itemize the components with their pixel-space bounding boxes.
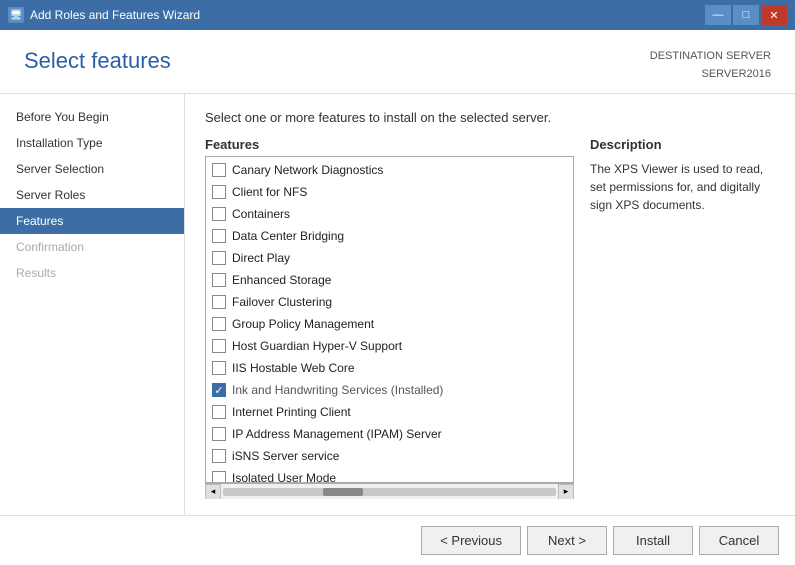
description-panel: Description The XPS Viewer is used to re… bbox=[590, 137, 775, 499]
feature-name-direct-play: Direct Play bbox=[232, 251, 290, 265]
close-button[interactable]: ✕ bbox=[761, 5, 787, 25]
feature-checkbox-direct-play[interactable] bbox=[212, 251, 226, 265]
destination-label: DESTINATION SERVER bbox=[650, 48, 771, 66]
title-bar-controls: — □ ✕ bbox=[705, 5, 787, 25]
feature-checkbox-group-policy[interactable] bbox=[212, 317, 226, 331]
feature-name-isolated-user: Isolated User Mode bbox=[232, 471, 336, 482]
sidebar-item-installation-type[interactable]: Installation Type bbox=[0, 130, 184, 156]
feature-checkbox-canary-network[interactable] bbox=[212, 163, 226, 177]
feature-item-group-policy[interactable]: Group Policy Management bbox=[206, 313, 573, 335]
description-text: The XPS Viewer is used to read, set perm… bbox=[590, 160, 775, 214]
feature-item-client-nfs[interactable]: Client for NFS bbox=[206, 181, 573, 203]
feature-name-isns: iSNS Server service bbox=[232, 449, 339, 463]
feature-name-ip-address: IP Address Management (IPAM) Server bbox=[232, 427, 442, 441]
feature-checkbox-enhanced-storage[interactable] bbox=[212, 273, 226, 287]
feature-name-data-center: Data Center Bridging bbox=[232, 229, 344, 243]
maximize-button[interactable]: □ bbox=[733, 5, 759, 25]
features-container: Features Canary Network Diagnostics Clien… bbox=[205, 137, 574, 499]
footer: < Previous Next > Install Cancel bbox=[0, 515, 795, 565]
main-panel: Select one or more features to install o… bbox=[185, 94, 795, 515]
features-label: Features bbox=[205, 137, 574, 152]
feature-item-internet-printing[interactable]: Internet Printing Client bbox=[206, 401, 573, 423]
feature-name-canary-network: Canary Network Diagnostics bbox=[232, 163, 383, 177]
app-icon: 🖥 bbox=[8, 7, 24, 23]
feature-name-iis-hostable: IIS Hostable Web Core bbox=[232, 361, 355, 375]
main-description: Select one or more features to install o… bbox=[205, 110, 775, 125]
title-bar-left: 🖥 Add Roles and Features Wizard bbox=[8, 7, 200, 23]
scroll-left-arrow[interactable]: ◂ bbox=[205, 484, 221, 500]
scroll-right-arrow[interactable]: ▸ bbox=[558, 484, 574, 500]
feature-item-host-guardian[interactable]: Host Guardian Hyper-V Support bbox=[206, 335, 573, 357]
destination-server: DESTINATION SERVER SERVER2016 bbox=[650, 48, 771, 83]
feature-name-client-nfs: Client for NFS bbox=[232, 185, 307, 199]
horizontal-scrollbar[interactable]: ◂ ▸ bbox=[205, 483, 574, 499]
sidebar-item-server-selection[interactable]: Server Selection bbox=[0, 156, 184, 182]
main-window: Select features DESTINATION SERVER SERVE… bbox=[0, 30, 795, 565]
feature-name-failover-clustering: Failover Clustering bbox=[232, 295, 332, 309]
feature-item-direct-play[interactable]: Direct Play bbox=[206, 247, 573, 269]
server-name: SERVER2016 bbox=[650, 66, 771, 84]
feature-item-iis-hostable[interactable]: IIS Hostable Web Core bbox=[206, 357, 573, 379]
feature-checkbox-failover-clustering[interactable] bbox=[212, 295, 226, 309]
sidebar-item-before-you-begin[interactable]: Before You Begin bbox=[0, 104, 184, 130]
feature-checkbox-internet-printing[interactable] bbox=[212, 405, 226, 419]
feature-item-data-center[interactable]: Data Center Bridging bbox=[206, 225, 573, 247]
feature-checkbox-client-nfs[interactable] bbox=[212, 185, 226, 199]
feature-name-group-policy: Group Policy Management bbox=[232, 317, 374, 331]
sidebar-item-features[interactable]: Features bbox=[0, 208, 184, 234]
feature-checkbox-isns[interactable] bbox=[212, 449, 226, 463]
previous-button[interactable]: < Previous bbox=[421, 526, 521, 555]
feature-item-enhanced-storage[interactable]: Enhanced Storage bbox=[206, 269, 573, 291]
next-button[interactable]: Next > bbox=[527, 526, 607, 555]
feature-checkbox-isolated-user[interactable] bbox=[212, 471, 226, 482]
title-bar: 🖥 Add Roles and Features Wizard — □ ✕ bbox=[0, 0, 795, 30]
feature-item-canary-network[interactable]: Canary Network Diagnostics bbox=[206, 159, 573, 181]
title-bar-text: Add Roles and Features Wizard bbox=[30, 8, 200, 22]
cancel-button[interactable]: Cancel bbox=[699, 526, 779, 555]
install-button[interactable]: Install bbox=[613, 526, 693, 555]
description-label: Description bbox=[590, 137, 775, 152]
sidebar-item-server-roles[interactable]: Server Roles bbox=[0, 182, 184, 208]
minimize-button[interactable]: — bbox=[705, 5, 731, 25]
feature-checkbox-data-center[interactable] bbox=[212, 229, 226, 243]
feature-item-containers[interactable]: Containers bbox=[206, 203, 573, 225]
features-layout: Features Canary Network Diagnostics Clien… bbox=[205, 137, 775, 499]
features-list-wrapper: Canary Network Diagnostics Client for NFS… bbox=[205, 156, 574, 483]
sidebar: Before You BeginInstallation TypeServer … bbox=[0, 94, 185, 515]
sidebar-item-confirmation: Confirmation bbox=[0, 234, 184, 260]
features-list[interactable]: Canary Network Diagnostics Client for NFS… bbox=[206, 157, 573, 482]
feature-item-failover-clustering[interactable]: Failover Clustering bbox=[206, 291, 573, 313]
content-area: Before You BeginInstallation TypeServer … bbox=[0, 94, 795, 515]
feature-checkbox-containers[interactable] bbox=[212, 207, 226, 221]
feature-name-ink-handwriting: Ink and Handwriting Services (Installed) bbox=[232, 383, 443, 397]
feature-name-internet-printing: Internet Printing Client bbox=[232, 405, 351, 419]
window-header: Select features DESTINATION SERVER SERVE… bbox=[0, 30, 795, 94]
feature-name-enhanced-storage: Enhanced Storage bbox=[232, 273, 331, 287]
feature-checkbox-iis-hostable[interactable] bbox=[212, 361, 226, 375]
scroll-thumb[interactable] bbox=[323, 488, 363, 496]
page-title: Select features bbox=[24, 48, 171, 74]
feature-item-ink-handwriting[interactable]: ✓ Ink and Handwriting Services (Installed… bbox=[206, 379, 573, 401]
feature-checkbox-ink-handwriting[interactable]: ✓ bbox=[212, 383, 226, 397]
feature-item-ip-address[interactable]: IP Address Management (IPAM) Server bbox=[206, 423, 573, 445]
feature-checkbox-ip-address[interactable] bbox=[212, 427, 226, 441]
feature-checkbox-host-guardian[interactable] bbox=[212, 339, 226, 353]
sidebar-item-results: Results bbox=[0, 260, 184, 286]
feature-name-host-guardian: Host Guardian Hyper-V Support bbox=[232, 339, 402, 353]
scroll-track bbox=[223, 488, 556, 496]
feature-item-isns[interactable]: iSNS Server service bbox=[206, 445, 573, 467]
feature-item-isolated-user[interactable]: Isolated User Mode bbox=[206, 467, 573, 482]
feature-name-containers: Containers bbox=[232, 207, 290, 221]
